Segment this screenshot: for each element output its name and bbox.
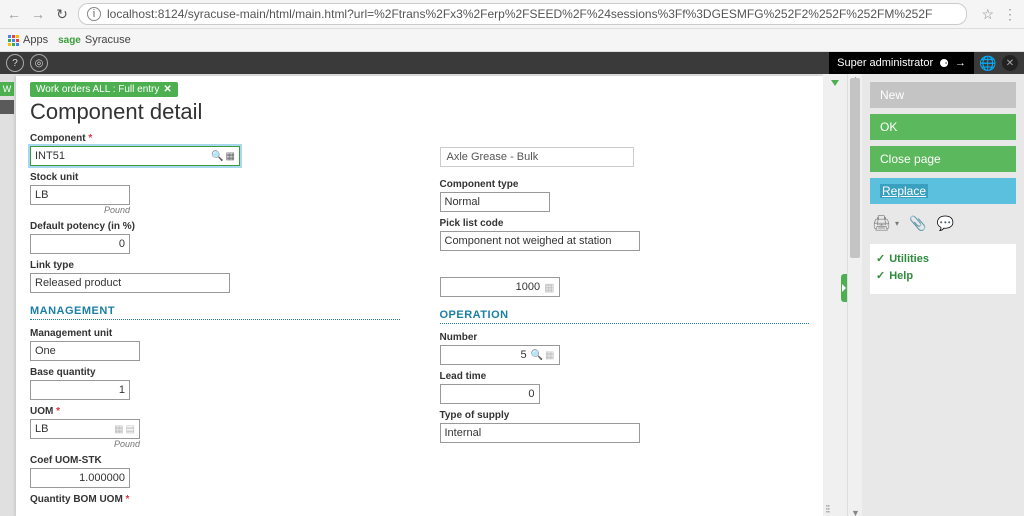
background-tab[interactable]: W bbox=[0, 82, 14, 96]
component-label: Component bbox=[30, 133, 400, 144]
potency-input[interactable]: 0 bbox=[30, 234, 130, 254]
browser-toolbar: ← → ↻ i localhost:8124/syracuse-main/htm… bbox=[0, 0, 1024, 29]
uom-hint: Pound bbox=[30, 439, 140, 449]
lead-label: Lead time bbox=[440, 371, 810, 382]
help-link[interactable]: ✓Help bbox=[876, 269, 1010, 282]
bookmark-star-icon[interactable]: ☆ bbox=[981, 6, 994, 23]
mgmt-unit-input[interactable]: One bbox=[30, 341, 140, 361]
pick-qty-input[interactable]: 1000 ▦ bbox=[440, 277, 560, 297]
component-description: Axle Grease - Bulk bbox=[440, 147, 634, 167]
potency-label: Default potency (in %) bbox=[30, 221, 400, 232]
component-value: INT51 bbox=[35, 150, 65, 162]
logout-icon[interactable]: → bbox=[955, 57, 966, 69]
apps-label: Apps bbox=[23, 34, 48, 46]
base-qty-label: Base quantity bbox=[30, 367, 400, 378]
bookmarks-bar: Apps sage Syracuse bbox=[0, 29, 1024, 52]
right-column: Axle Grease - Bulk Component type Normal… bbox=[440, 133, 810, 511]
comp-type-label: Component type bbox=[440, 179, 810, 190]
detail-icon[interactable]: ▦ bbox=[226, 151, 235, 162]
replace-button[interactable]: Replace bbox=[870, 178, 1016, 204]
sidebar-tool-icons: 🖨 ▾ 📎 💬 bbox=[870, 210, 1016, 236]
attachment-icon[interactable]: 📎 bbox=[909, 215, 926, 232]
breadcrumb-close-icon[interactable]: ✕ bbox=[163, 84, 171, 95]
link-type-input[interactable]: Released product bbox=[30, 273, 230, 293]
uom-input[interactable]: LB ▦ ▤ bbox=[30, 419, 140, 439]
uom-detail-icon[interactable]: ▦ bbox=[114, 424, 123, 435]
management-header: MANAGEMENT bbox=[30, 299, 400, 320]
check-icon: ✓ bbox=[876, 252, 885, 265]
supply-input[interactable]: Internal bbox=[440, 423, 640, 443]
page-title: Component detail bbox=[30, 99, 809, 125]
comp-type-input[interactable]: Normal bbox=[440, 192, 550, 212]
lead-input[interactable]: 0 bbox=[440, 384, 540, 404]
check-icon: ✓ bbox=[876, 269, 885, 282]
coef-input[interactable]: 1.000000 bbox=[30, 468, 130, 488]
apps-icon bbox=[8, 35, 19, 46]
site-info-icon[interactable]: i bbox=[87, 7, 101, 21]
uom-label: UOM bbox=[30, 406, 400, 417]
collapse-top-icon[interactable] bbox=[831, 80, 839, 86]
print-dropdown-icon[interactable]: ▾ bbox=[895, 219, 899, 228]
number-detail-icon[interactable]: ▦ bbox=[545, 350, 554, 361]
stock-unit-hint: Pound bbox=[30, 205, 130, 215]
search-icon[interactable]: 🔍 bbox=[211, 151, 223, 162]
left-column: Component INT51 🔍 ▦ Stock unit LB bbox=[30, 133, 400, 511]
scroll-down-icon[interactable]: ▼ bbox=[851, 508, 860, 516]
forward-button[interactable]: → bbox=[30, 6, 46, 22]
ok-button[interactable]: OK bbox=[870, 114, 1016, 140]
target-icon[interactable]: ◎ bbox=[30, 54, 48, 72]
url-text: localhost:8124/syracuse-main/html/main.h… bbox=[107, 7, 932, 21]
back-button[interactable]: ← bbox=[6, 6, 22, 22]
print-icon[interactable]: 🖨 bbox=[872, 214, 891, 232]
component-input[interactable]: INT51 🔍 ▦ bbox=[30, 146, 240, 166]
main-area: W Work orders ALL : Full entry ✕ Compone… bbox=[0, 74, 1024, 516]
apps-shortcut[interactable]: Apps bbox=[8, 34, 48, 46]
link-type-label: Link type bbox=[30, 260, 400, 271]
globe-icon[interactable]: 🌐 bbox=[980, 55, 996, 71]
close-page-button[interactable]: Close page bbox=[870, 146, 1016, 172]
new-button[interactable]: New bbox=[870, 82, 1016, 108]
breadcrumb-tag[interactable]: Work orders ALL : Full entry ✕ bbox=[30, 82, 178, 97]
base-qty-input[interactable]: 1 bbox=[30, 380, 130, 400]
action-sidebar: New OK Close page Replace 🖨 ▾ 📎 💬 ✓Utilit… bbox=[862, 74, 1024, 516]
stock-unit-input[interactable]: LB bbox=[30, 185, 130, 205]
user-name: Super administrator bbox=[837, 57, 933, 69]
number-label: Number bbox=[440, 332, 810, 343]
bookmark-label: Syracuse bbox=[85, 34, 131, 46]
app-topbar: ? ◎ Super administrator ⚈ → 🌐 ✕ bbox=[0, 52, 1024, 74]
help-icon[interactable]: ? bbox=[6, 54, 24, 72]
scrollbar[interactable]: ▲ ▼ bbox=[847, 74, 862, 516]
url-bar[interactable]: i localhost:8124/syracuse-main/html/main… bbox=[78, 3, 967, 25]
mgmt-unit-label: Management unit bbox=[30, 328, 400, 339]
supply-label: Type of supply bbox=[440, 410, 810, 421]
comment-icon[interactable]: 💬 bbox=[937, 215, 954, 232]
user-avatar-icon: ⚈ bbox=[939, 57, 949, 70]
number-input[interactable]: 5 🔍 ▦ bbox=[440, 345, 560, 365]
qty-bom-label: Quantity BOM UOM bbox=[30, 494, 400, 505]
gutter-dots-icon: ⁝⁝ bbox=[825, 502, 829, 516]
utilities-link[interactable]: ✓Utilities bbox=[876, 252, 1010, 265]
scroll-thumb[interactable] bbox=[850, 78, 860, 258]
sage-logo-text: sage bbox=[58, 35, 81, 46]
number-search-icon[interactable]: 🔍 bbox=[531, 350, 543, 361]
coef-label: Coef UOM-STK bbox=[30, 455, 400, 466]
background-panel: W bbox=[0, 74, 16, 516]
pick-input[interactable]: Component not weighed at station bbox=[440, 231, 640, 251]
browser-menu-icon[interactable]: ⋮ bbox=[1002, 6, 1018, 22]
sidebar-links: ✓Utilities ✓Help bbox=[870, 244, 1016, 294]
reload-button[interactable]: ↻ bbox=[54, 6, 70, 22]
close-icon[interactable]: ✕ bbox=[1002, 55, 1018, 71]
qty-detail-icon[interactable]: ▦ bbox=[544, 281, 554, 294]
breadcrumb-label: Work orders ALL : Full entry bbox=[36, 84, 159, 95]
background-chip bbox=[0, 100, 14, 114]
uom-list-icon[interactable]: ▤ bbox=[126, 424, 135, 435]
stock-unit-label: Stock unit bbox=[30, 172, 400, 183]
operation-header: OPERATION bbox=[440, 303, 810, 324]
user-box[interactable]: Super administrator ⚈ → bbox=[829, 52, 974, 74]
bookmark-syracuse[interactable]: sage Syracuse bbox=[58, 34, 131, 46]
pick-label: Pick list code bbox=[440, 218, 810, 229]
detail-panel: Work orders ALL : Full entry ✕ Component… bbox=[16, 76, 823, 516]
panel-gutter: ⁝⁝ bbox=[823, 74, 847, 516]
